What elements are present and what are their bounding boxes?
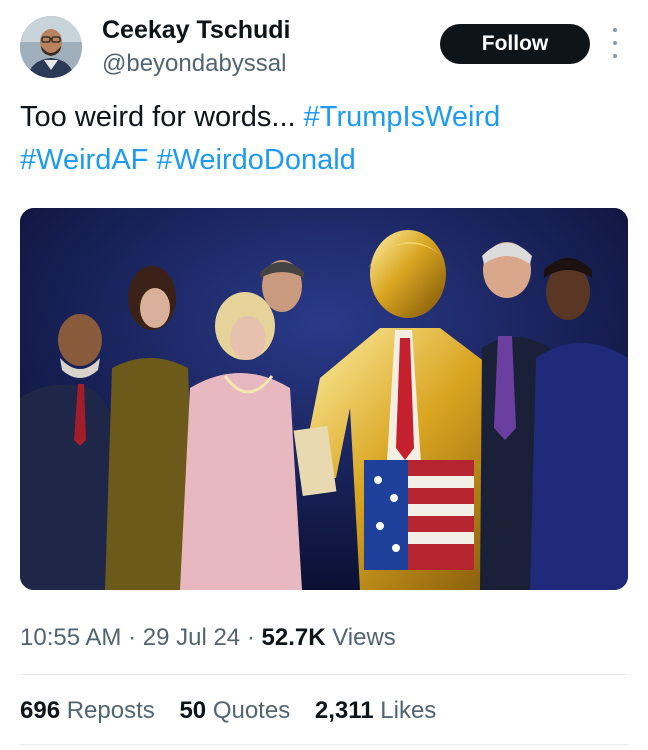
dot <box>613 28 617 32</box>
quotes-stat[interactable]: 50 Quotes <box>179 697 290 724</box>
meta-separator: · <box>128 624 137 651</box>
likes-count: 2,311 <box>314 697 374 724</box>
meta-separator: · <box>246 624 255 651</box>
quotes-count: 50 <box>179 697 207 724</box>
tweet-header: Ceekay Tschudi @beyondabyssal Follow <box>20 14 630 84</box>
tweet-meta: 10:55 AM · 29 Jul 24 · 52.7K Views <box>20 624 396 652</box>
tweet-photo[interactable] <box>20 208 628 590</box>
likes-label: Likes <box>380 697 437 724</box>
reposts-stat[interactable]: 696 Reposts <box>20 697 155 724</box>
quotes-label: Quotes <box>212 697 291 724</box>
hashtag-link[interactable]: #WeirdAF <box>20 144 148 176</box>
tweet-time[interactable]: 10:55 AM <box>20 624 121 651</box>
dot <box>613 41 617 45</box>
author-name[interactable]: Ceekay Tschudi <box>102 16 291 45</box>
views-label: Views <box>332 624 396 651</box>
divider <box>20 744 628 745</box>
follow-button[interactable]: Follow <box>440 24 590 64</box>
author-handle[interactable]: @beyondabyssal <box>102 50 286 78</box>
tweet-body: Too weird for words... <box>20 101 296 133</box>
hashtag-link[interactable]: #TrumpIsWeird <box>304 101 501 133</box>
reposts-label: Reposts <box>66 697 155 724</box>
hashtag-link[interactable]: #WeirdoDonald <box>156 144 355 176</box>
tweet-stats: 696 Reposts 50 Quotes 2,311 Likes <box>20 697 454 725</box>
likes-stat[interactable]: 2,311 Likes <box>315 697 436 724</box>
reposts-count: 696 <box>20 697 61 724</box>
dot <box>613 54 617 58</box>
divider <box>20 674 628 675</box>
views-count: 52.7K <box>261 624 326 651</box>
tweet-date[interactable]: 29 Jul 24 <box>143 624 240 651</box>
author-avatar[interactable] <box>20 16 82 78</box>
more-options-icon[interactable] <box>608 28 622 58</box>
tweet-text: Too weird for words... #TrumpIsWeird #We… <box>20 96 620 182</box>
